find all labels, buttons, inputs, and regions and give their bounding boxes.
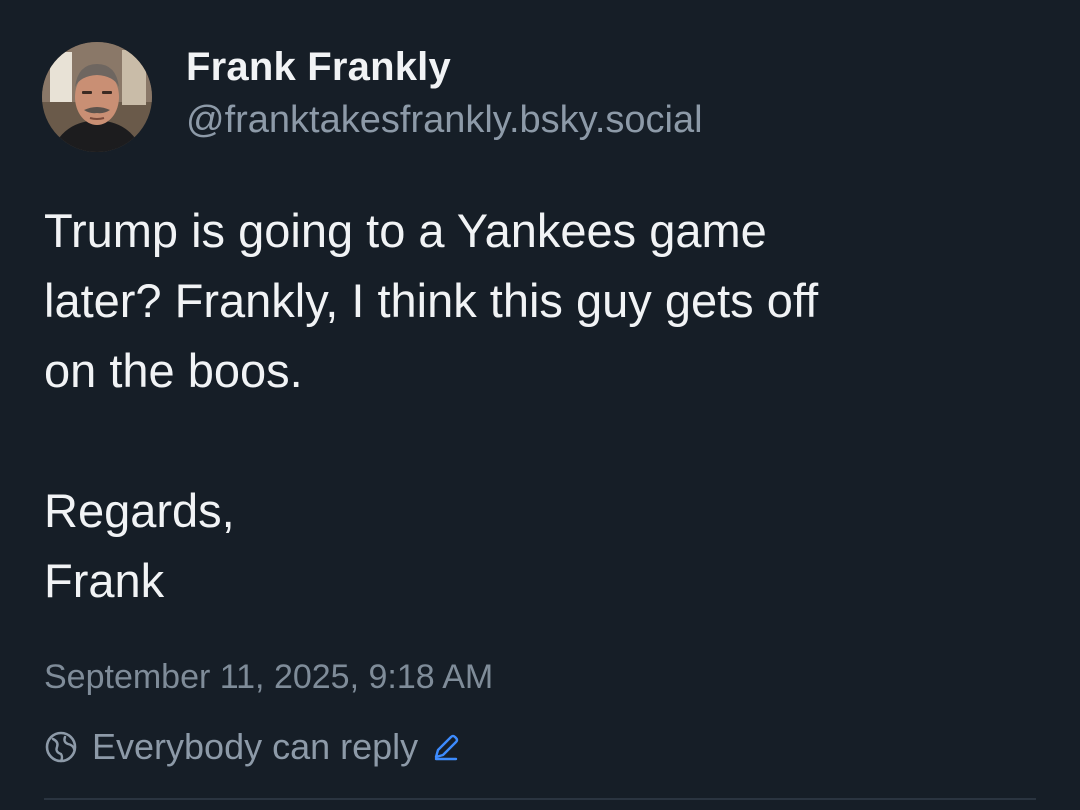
- post-text: Trump is going to a Yankees game later? …: [44, 204, 819, 607]
- reply-settings-label: Everybody can reply: [92, 726, 419, 767]
- divider: [44, 798, 1036, 800]
- pencil-icon[interactable]: [430, 731, 462, 763]
- post-timestamp: September 11, 2025, 9:18 AM: [44, 658, 494, 696]
- handle[interactable]: @franktakesfrankly.bsky.social: [186, 95, 703, 145]
- reply-settings[interactable]: Everybody can reply: [44, 722, 462, 772]
- post: Frank Frankly @franktakesfrankly.bsky.so…: [0, 0, 1080, 810]
- display-name[interactable]: Frank Frankly: [186, 39, 703, 95]
- avatar-image: [42, 42, 152, 152]
- author-names: Frank Frankly @franktakesfrankly.bsky.so…: [186, 39, 703, 145]
- globe-icon: [44, 730, 78, 764]
- post-header: Frank Frankly @franktakesfrankly.bsky.so…: [42, 42, 703, 152]
- avatar[interactable]: [42, 42, 152, 152]
